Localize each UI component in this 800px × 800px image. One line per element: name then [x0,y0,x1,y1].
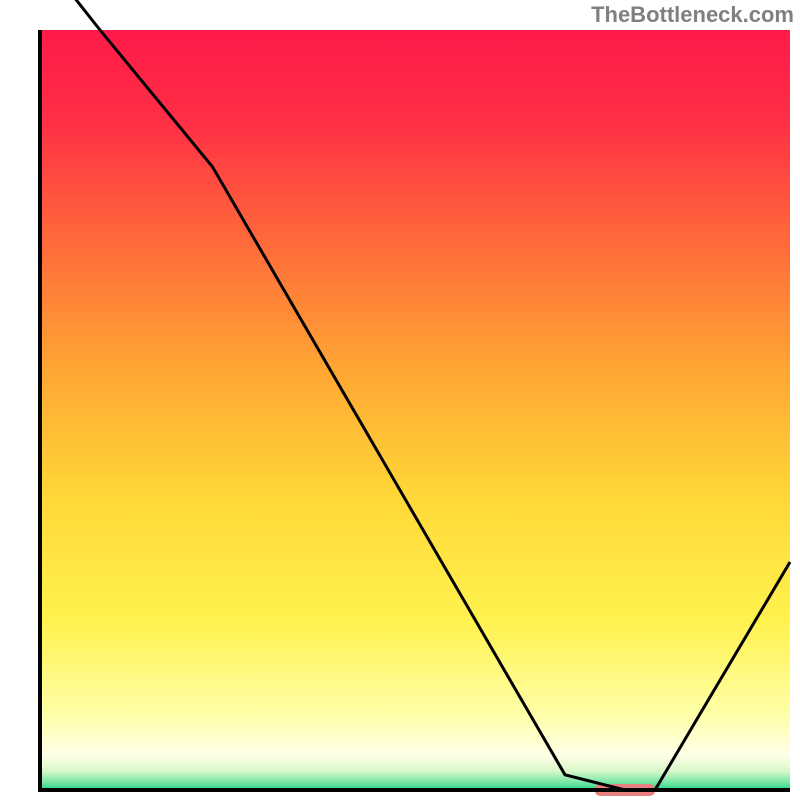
bottleneck-chart [0,0,800,800]
chart-svg [0,0,800,800]
plot-background [40,30,790,790]
watermark-text: TheBottleneck.com [591,2,794,28]
